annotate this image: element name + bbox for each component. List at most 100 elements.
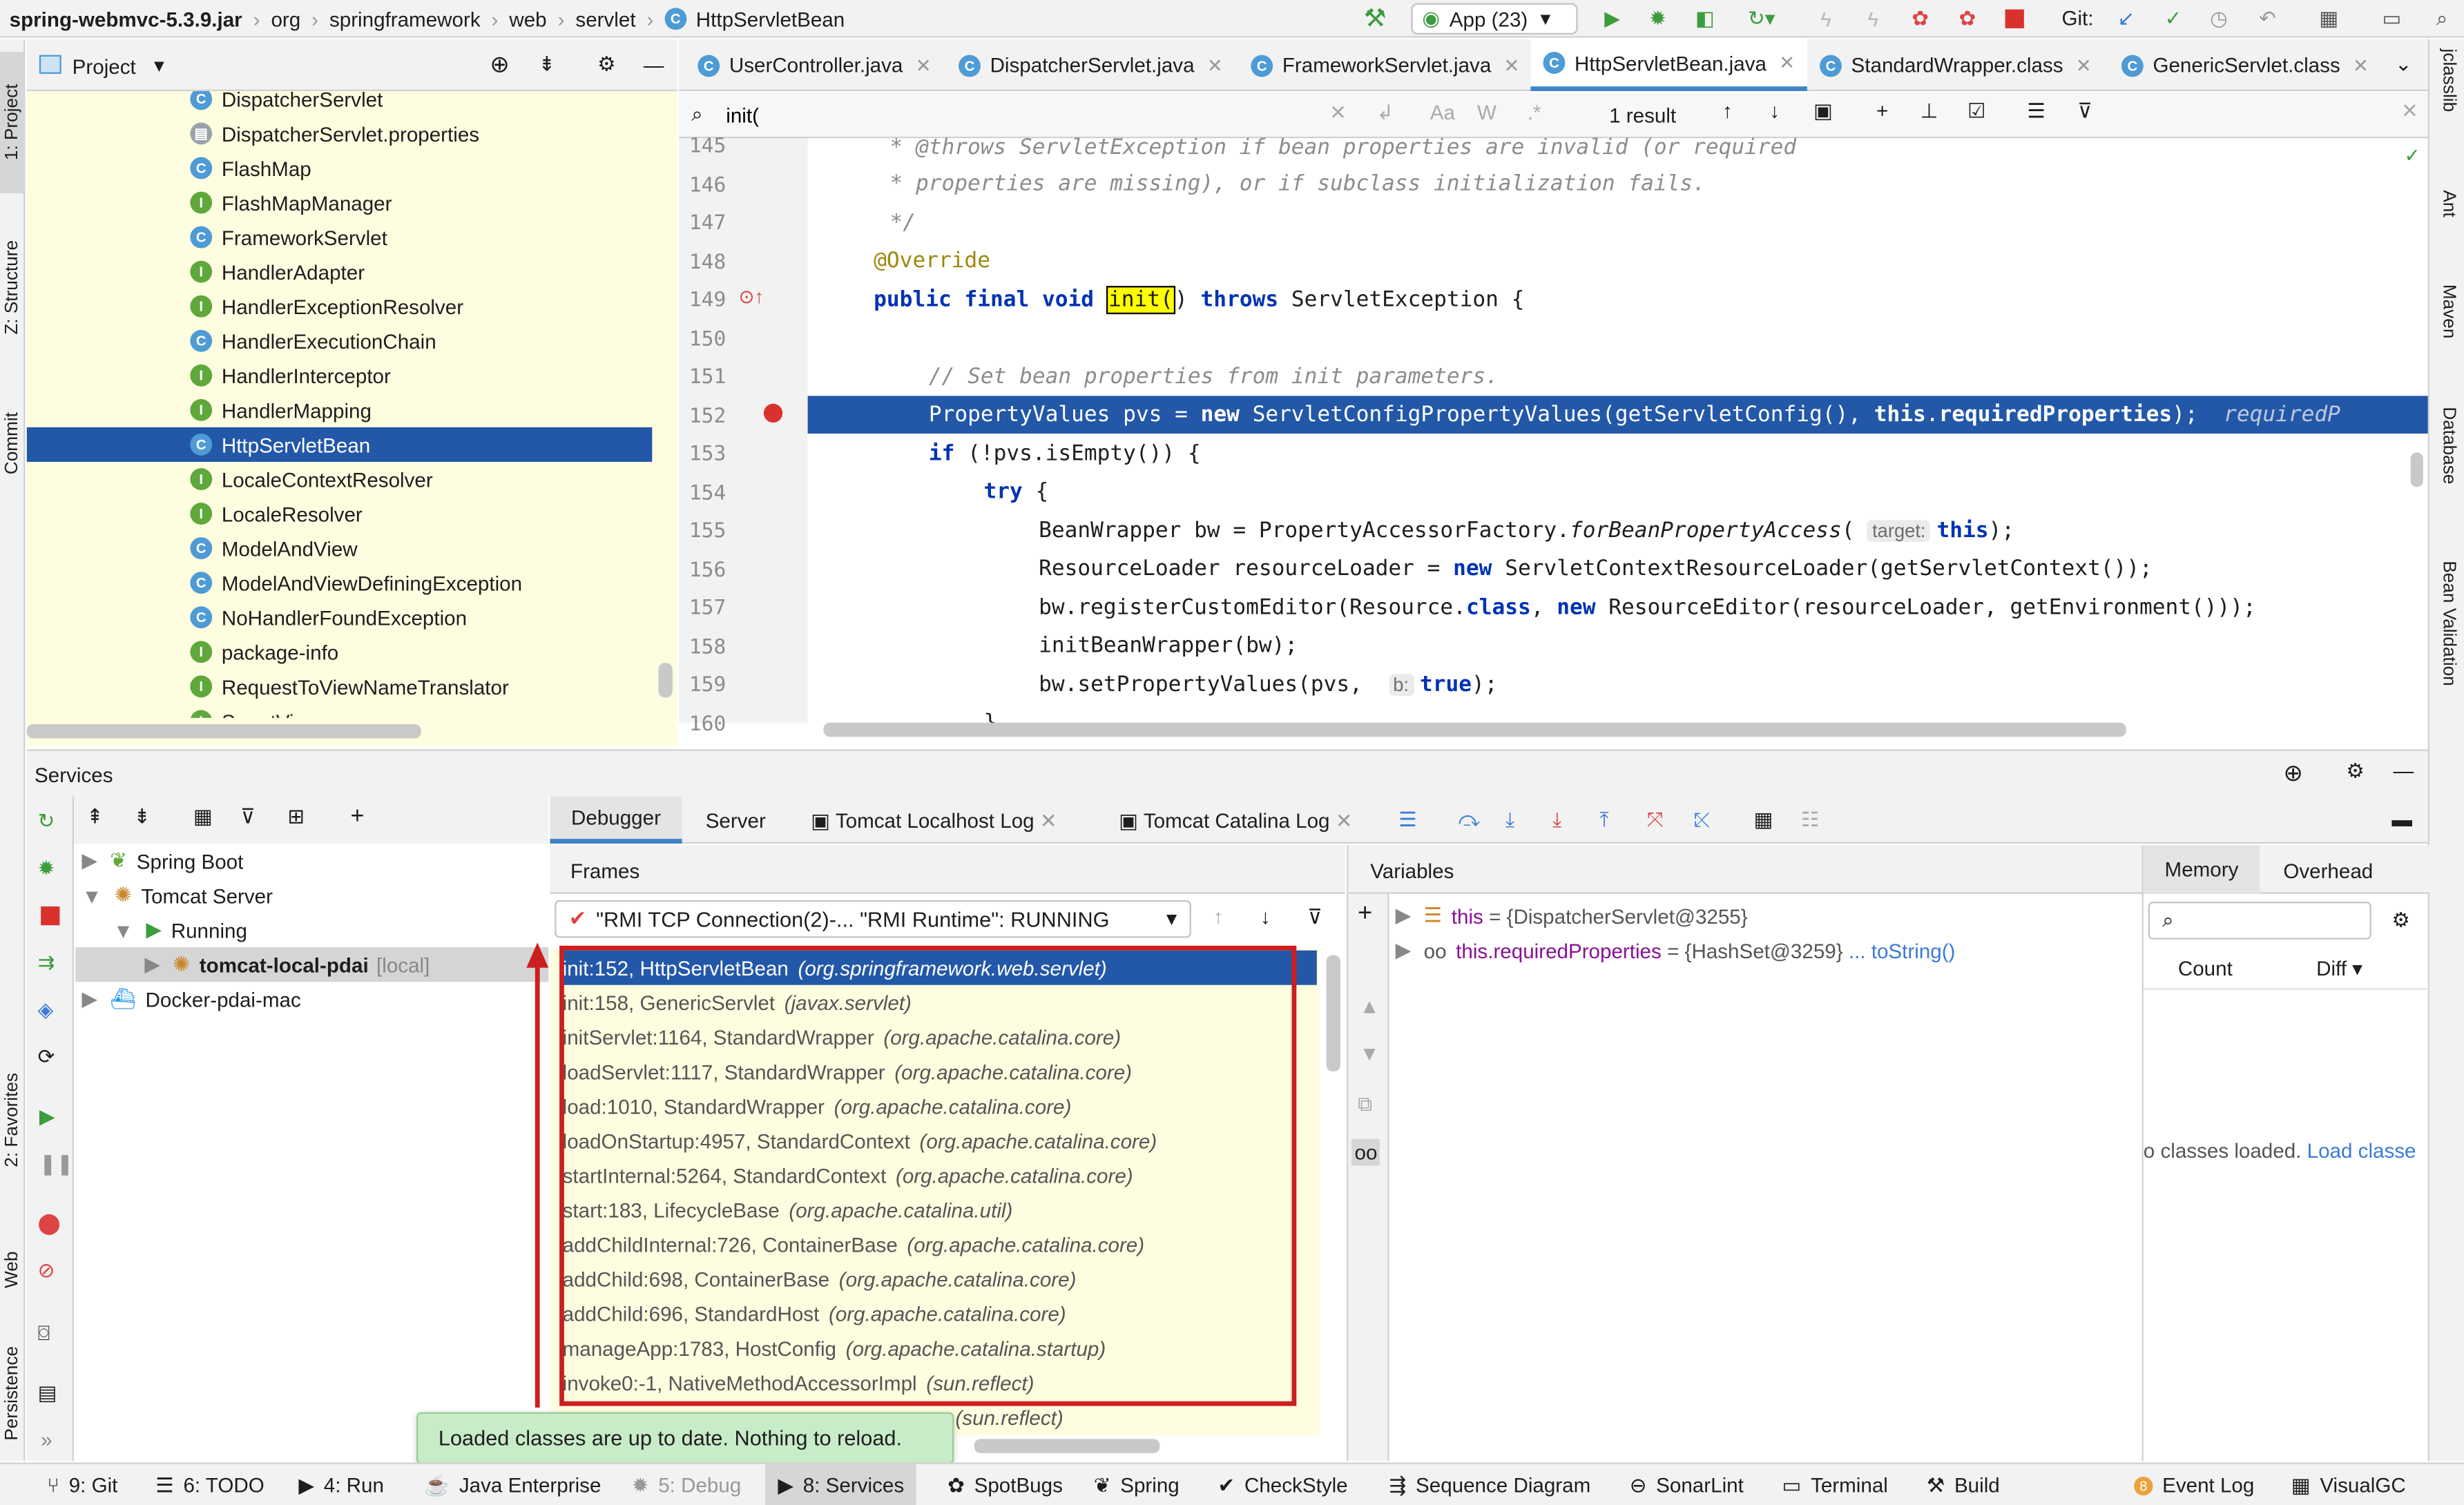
watches-icon[interactable]: oo bbox=[1351, 1138, 1380, 1166]
tab-catalina-log[interactable]: ▣ Tomcat Catalina Log ✕ bbox=[1119, 809, 1352, 834]
tree-item[interactable]: I LocaleContextResolver bbox=[27, 462, 653, 496]
more-icon[interactable]: » bbox=[41, 1428, 52, 1451]
tool-favorites[interactable]: 2: Favorites bbox=[0, 1029, 25, 1210]
run-to-cursor-icon[interactable]: ⤪ bbox=[1694, 808, 1711, 833]
arrow-up-icon[interactable]: ↑ bbox=[1722, 99, 1733, 122]
history-icon[interactable]: ↲ bbox=[1376, 101, 1394, 126]
editor-tab[interactable]: C StandardWrapper.class ✕ bbox=[1807, 39, 2104, 91]
match-case-icon[interactable]: Aa bbox=[1430, 101, 1455, 124]
stop-icon[interactable] bbox=[41, 906, 60, 926]
git-commit-icon[interactable]: ✓ bbox=[2159, 5, 2188, 33]
step-out-icon[interactable]: ⤒ bbox=[1599, 808, 1608, 833]
hot-swap-icon[interactable]: ϟ bbox=[1858, 5, 1889, 33]
frame-icon[interactable]: ◈ bbox=[38, 998, 54, 1022]
tree-item[interactable]: I FlashMapManager bbox=[27, 186, 653, 220]
locate-icon[interactable]: ⊕ bbox=[2283, 759, 2303, 787]
tree-item[interactable]: I RequestToViewNameTranslator bbox=[27, 669, 653, 703]
in-selection-icon[interactable]: ☰ bbox=[2027, 99, 2046, 124]
editor-tab[interactable]: C FrameworkServlet.java ✕ bbox=[1238, 39, 1532, 91]
breadcrumb-org[interactable]: org bbox=[271, 7, 300, 30]
tree-item[interactable]: I SmartView bbox=[27, 703, 653, 718]
bottom-tab-services[interactable]: ▶ 8: Services bbox=[765, 1464, 917, 1505]
tree-item[interactable]: I LocaleResolver bbox=[27, 496, 653, 531]
gear-icon[interactable]: ⚙ bbox=[593, 50, 621, 79]
layout-icon[interactable]: ▤ bbox=[38, 1381, 57, 1406]
profile-icon[interactable]: ↻▾ bbox=[1738, 5, 1785, 33]
to-string-link[interactable]: ... toString() bbox=[1849, 939, 1956, 962]
filter-icon[interactable]: ⊽ bbox=[1307, 905, 1322, 930]
add-watch-icon[interactable]: + bbox=[1358, 900, 1372, 929]
service-running[interactable]: ▼ ▶ Running bbox=[113, 913, 247, 947]
bottom-tab-checkstyle[interactable]: ✔ CheckStyle bbox=[1218, 1464, 1348, 1505]
resume-icon[interactable]: ▶ bbox=[39, 1105, 55, 1129]
service-tomcat-local[interactable]: ▶ ✺ tomcat-local-pdai [local] bbox=[75, 947, 549, 982]
trace-icon[interactable]: ☷ bbox=[1801, 808, 1820, 833]
step-over-icon[interactable]: ⤼ bbox=[1459, 808, 1481, 833]
close-find-icon[interactable]: ✕ bbox=[2401, 99, 2418, 124]
rollback-icon[interactable]: ↶ bbox=[2253, 5, 2282, 33]
clear-icon[interactable]: ✕ bbox=[1329, 101, 1347, 126]
tab-memory[interactable]: Memory bbox=[2143, 845, 2260, 894]
tree-item[interactable]: I HandlerInterceptor bbox=[27, 358, 653, 393]
collapse-icon[interactable]: ⇟ bbox=[532, 50, 561, 79]
load-classes-link[interactable]: Load classe bbox=[2307, 1139, 2416, 1163]
move-down-icon[interactable]: ▼ bbox=[1359, 1042, 1379, 1065]
frames-scrollbar[interactable] bbox=[1326, 955, 1341, 1071]
gear-icon[interactable]: ⚙ bbox=[2391, 908, 2410, 933]
regex-icon[interactable]: .* bbox=[1528, 101, 1541, 124]
close-tab-icon[interactable]: ✕ bbox=[916, 55, 932, 77]
tree-item[interactable]: I HandlerMapping bbox=[27, 393, 653, 427]
tabs-overflow-icon[interactable]: ⌄ bbox=[2395, 52, 2412, 77]
expand-all-icon[interactable]: ⇞ bbox=[86, 804, 104, 829]
filter-icon[interactable]: ⊽ bbox=[2077, 99, 2092, 124]
bottom-tab-debug[interactable]: ✹ 5: Debug bbox=[632, 1464, 742, 1505]
close-tab-icon[interactable]: ✕ bbox=[1207, 55, 1223, 77]
bottom-tab-run[interactable]: ▶ 4: Run bbox=[298, 1464, 384, 1505]
breadcrumb-servlet[interactable]: servlet bbox=[575, 7, 635, 30]
restore-layout-icon[interactable]: ▬ bbox=[2391, 808, 2412, 831]
bottom-tab-sonarlint[interactable]: ⊖ SonarLint bbox=[1630, 1464, 1744, 1505]
close-tab-icon[interactable]: ✕ bbox=[1779, 52, 1795, 74]
select-all-occurrences-icon[interactable]: ☑ bbox=[1967, 99, 1986, 124]
close-tab-icon[interactable]: ✕ bbox=[2353, 55, 2369, 77]
add-occurrence-icon[interactable]: + bbox=[1876, 99, 1888, 122]
tab-server[interactable]: Server bbox=[706, 809, 766, 833]
editor-tab[interactable]: C DispatcherServlet.java ✕ bbox=[946, 39, 1235, 91]
tool-persistence[interactable]: Persistence bbox=[0, 1330, 25, 1456]
tool-commit[interactable]: Commit bbox=[0, 376, 25, 511]
rerun-failed-icon[interactable]: ✿ bbox=[1905, 5, 1936, 33]
select-all-icon[interactable]: ▣ bbox=[1813, 99, 1833, 124]
tree-item[interactable]: I HandlerAdapter bbox=[27, 255, 653, 289]
minimize-icon[interactable]: — bbox=[2394, 759, 2414, 782]
stop-icon[interactable] bbox=[2005, 9, 2024, 28]
editor-tab[interactable]: C HttpServletBean.java ✕ bbox=[1530, 39, 1808, 91]
project-structure-icon[interactable]: ▦ bbox=[2313, 5, 2345, 33]
tool-ant[interactable]: Ant bbox=[2432, 190, 2464, 269]
add-service-icon[interactable]: + bbox=[350, 803, 364, 830]
tree-item[interactable]: C ModelAndViewDefiningException bbox=[27, 565, 653, 600]
bottom-tab-spotbugs[interactable]: ✿ SpotBugs bbox=[947, 1464, 1063, 1505]
tool-project[interactable]: 1: Project bbox=[0, 52, 26, 193]
debug-failed-icon[interactable]: ✿ bbox=[1952, 5, 1983, 33]
bottom-tab-todo[interactable]: ☰ 6: TODO bbox=[155, 1464, 264, 1505]
new-tab-icon[interactable]: ⊞ bbox=[287, 804, 305, 829]
bottom-tab-sequence-diagram[interactable]: ⇶ Sequence Diagram bbox=[1389, 1464, 1591, 1505]
close-tab-icon[interactable]: ✕ bbox=[2076, 55, 2092, 77]
breadcrumb-web[interactable]: web bbox=[509, 7, 546, 30]
close-tab-icon[interactable]: ✕ bbox=[1504, 55, 1520, 77]
code-vscrollbar[interactable] bbox=[2410, 452, 2423, 487]
memory-search-input[interactable]: ⌕ bbox=[2148, 902, 2371, 940]
variable-required-properties[interactable]: ▶ oo this.requiredProperties = {HashSet@32… bbox=[1396, 933, 1956, 968]
refresh-icon[interactable]: ⟳ bbox=[38, 1045, 55, 1069]
tree-item[interactable]: ▤ DispatcherServlet.properties bbox=[27, 116, 653, 150]
group-by-icon[interactable]: ▦ bbox=[193, 804, 213, 829]
project-title[interactable]: Project bbox=[73, 55, 136, 79]
words-icon[interactable]: W bbox=[1477, 101, 1496, 124]
service-spring-boot[interactable]: ▶ ❦ Spring Boot bbox=[81, 844, 243, 878]
bottom-tab-build[interactable]: ⚒ Build bbox=[1927, 1464, 2000, 1505]
thread-select[interactable]: ✔ "RMI TCP Connection(2)-... "RMI Runtime… bbox=[555, 900, 1191, 938]
tree-item[interactable]: C FrameworkServlet bbox=[27, 220, 653, 255]
tool-database[interactable]: Database bbox=[2432, 407, 2464, 548]
coverage-icon[interactable]: ◧ bbox=[1691, 5, 1719, 33]
inspection-ok-icon[interactable]: ✓ bbox=[2405, 144, 2420, 166]
